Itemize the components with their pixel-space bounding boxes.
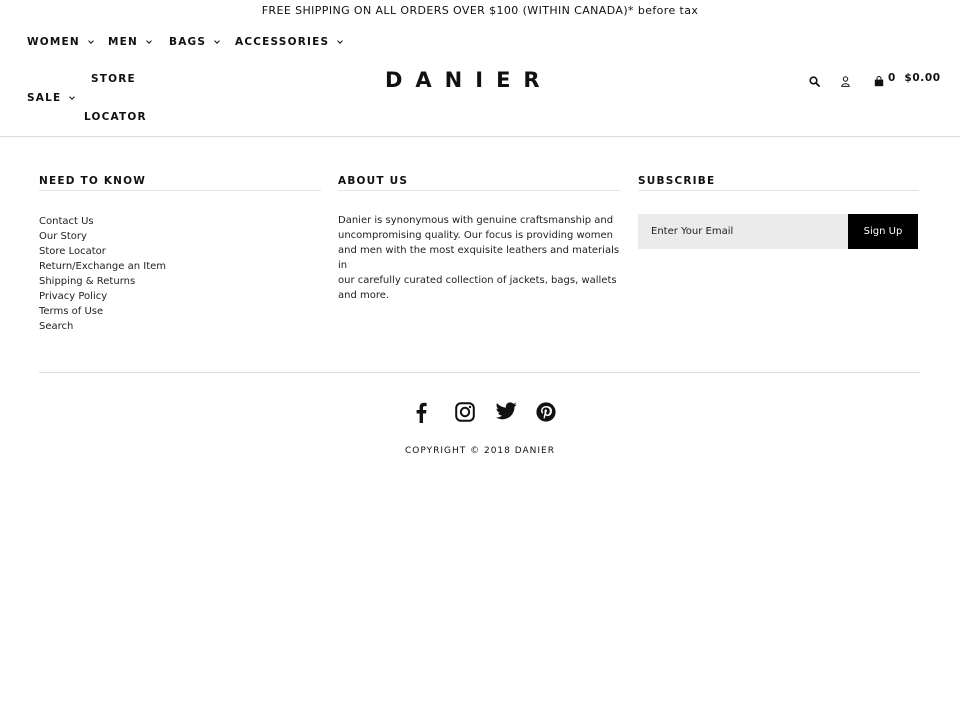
nav-women-label: WOMEN: [27, 36, 80, 48]
copyright-text: COPYRIGHT © 2018 DANIER: [405, 446, 555, 456]
footer-divider: [39, 372, 920, 373]
chevron-down-icon: [88, 38, 94, 44]
subscribe-title: SUBSCRIBE: [638, 175, 919, 191]
footer-subscribe: SUBSCRIBE: [638, 175, 919, 191]
footer-link-return-exchange[interactable]: Return/Exchange an Item: [39, 259, 321, 274]
nav-bags-label: BAGS: [169, 36, 207, 48]
chevron-down-icon: [337, 38, 344, 44]
user-icon[interactable]: [841, 72, 850, 91]
nav-store-locator-line2[interactable]: LOCATOR: [84, 111, 147, 123]
facebook-icon[interactable]: [415, 402, 427, 427]
instagram-icon[interactable]: [455, 402, 475, 426]
pinterest-icon[interactable]: [536, 402, 556, 426]
footer-link-privacy-policy[interactable]: Privacy Policy: [39, 289, 321, 304]
nav-bags[interactable]: BAGS: [169, 36, 220, 48]
header-divider: [0, 136, 960, 137]
cart-summary[interactable]: 0 $0.00: [888, 72, 941, 84]
nav-sale-label: SALE: [27, 92, 62, 104]
nav-women[interactable]: WOMEN: [27, 36, 94, 48]
nav-men[interactable]: MEN: [108, 36, 152, 48]
twitter-icon[interactable]: [495, 402, 517, 424]
chevron-down-icon: [69, 94, 76, 100]
about-us-title: ABOUT US: [338, 175, 620, 191]
nav-store-locator-line1[interactable]: STORE: [91, 73, 136, 85]
need-to-know-links: Contact Us Our Story Store Locator Retur…: [39, 214, 321, 334]
cart-count: 0: [888, 72, 896, 84]
cart-icon[interactable]: [874, 72, 884, 91]
footer-link-our-story[interactable]: Our Story: [39, 229, 321, 244]
announcement-bar: FREE SHIPPING ON ALL ORDERS OVER $100 (W…: [261, 4, 699, 17]
footer-link-terms-of-use[interactable]: Terms of Use: [39, 304, 321, 319]
chevron-down-icon: [214, 38, 220, 44]
footer-need-to-know: NEED TO KNOW Contact Us Our Story Store …: [39, 175, 321, 334]
need-to-know-title: NEED TO KNOW: [39, 175, 321, 191]
footer-link-contact-us[interactable]: Contact Us: [39, 214, 321, 229]
search-icon[interactable]: [809, 72, 820, 91]
about-us-text: Danier is synonymous with genuine crafts…: [338, 215, 620, 301]
nav-accessories[interactable]: ACCESSORIES: [235, 36, 344, 48]
chevron-down-icon: [146, 38, 152, 44]
footer-link-shipping-returns[interactable]: Shipping & Returns: [39, 274, 321, 289]
nav-sale[interactable]: SALE: [27, 92, 76, 104]
sign-up-button[interactable]: Sign Up: [848, 214, 918, 249]
footer-link-store-locator[interactable]: Store Locator: [39, 244, 321, 259]
nav-men-label: MEN: [108, 36, 139, 48]
footer-about-us: ABOUT US Danier is synonymous with genui…: [338, 175, 620, 303]
email-field[interactable]: [638, 214, 848, 249]
nav-accessories-label: ACCESSORIES: [235, 36, 330, 48]
brand-logo[interactable]: DANIER: [385, 67, 575, 93]
cart-total: $0.00: [904, 72, 941, 84]
footer-link-search[interactable]: Search: [39, 319, 321, 334]
